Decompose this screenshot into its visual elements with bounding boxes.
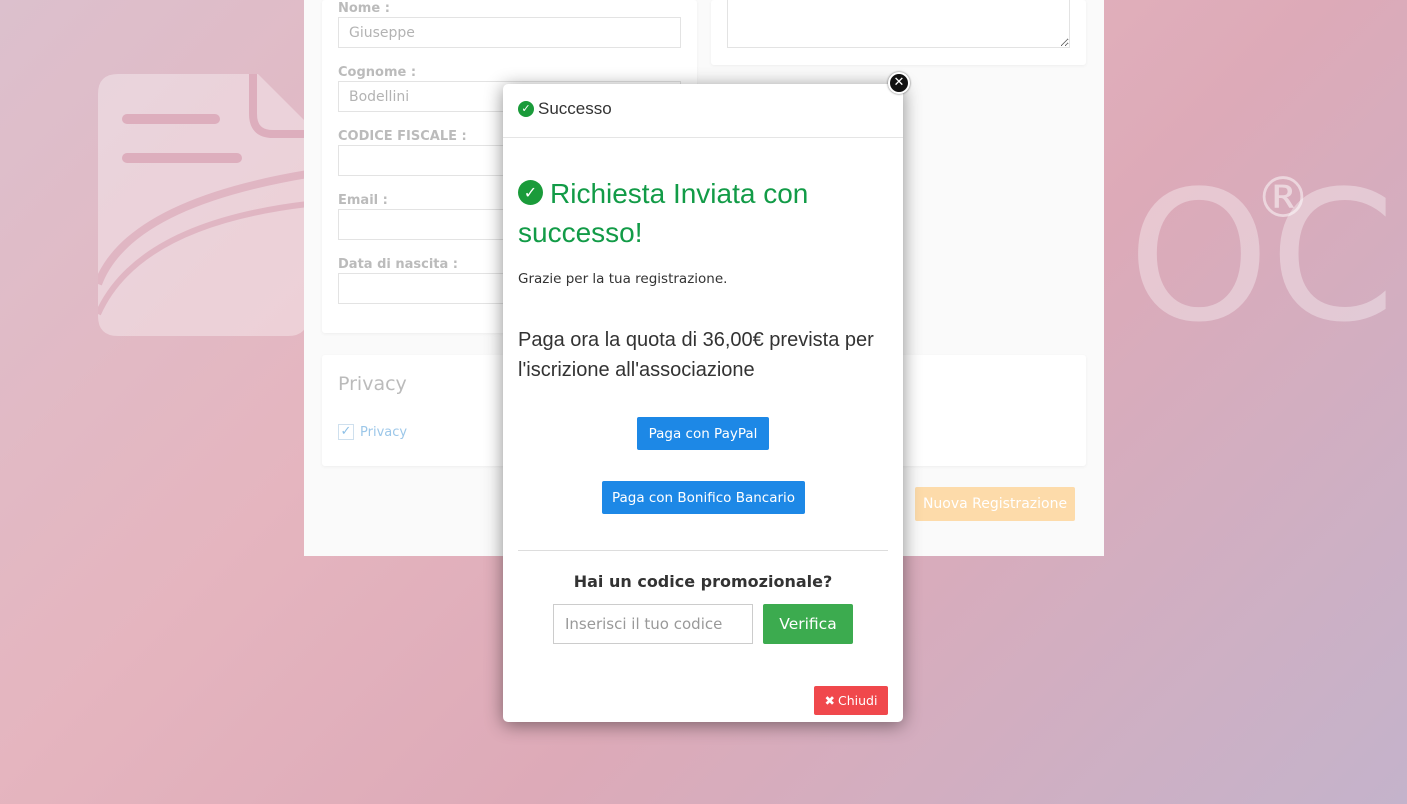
chiudi-label: Chiudi [838,693,878,708]
chiudi-button[interactable]: ✖ Chiudi [814,686,888,715]
promo-question: Hai un codice promozionale? [573,572,833,591]
privacy-title: Privacy [338,373,407,395]
cognome-label: Cognome : [338,65,417,80]
privacy-checkbox[interactable]: ✓ [338,424,354,440]
success-heading: Richiesta Inviata con successo! [518,178,809,248]
modal-header: ✓ Successo [503,84,903,138]
nome-label: Nome : [338,1,390,16]
data-nascita-label: Data di nascita : [338,257,459,272]
bonifico-button[interactable]: Paga con Bonifico Bancario [602,481,805,514]
payment-instructions: Paga ora la quota di 36,00€ prevista per… [518,329,874,381]
notes-textarea[interactable] [727,0,1070,48]
divider [518,550,888,551]
promo-code-input[interactable] [553,604,753,644]
privacy-link[interactable]: Privacy [360,425,407,440]
modal-close-icon[interactable]: ✕ [888,72,910,94]
check-circle-icon: ✓ [518,101,534,117]
nome-input[interactable]: Giuseppe [338,17,681,48]
thanks-text: Grazie per la tua registrazione. [518,271,728,287]
success-modal: ✓ Successo ✓ Richiesta Inviata con succe… [503,84,903,722]
paypal-button[interactable]: Paga con PayPal [637,417,769,450]
codice-fiscale-label: CODICE FISCALE : [338,129,467,144]
verifica-button[interactable]: Verifica [763,604,853,644]
close-icon: ✖ [824,693,836,708]
registered-mark: ® [1255,166,1311,231]
modal-title: Successo [538,99,612,118]
email-label: Email : [338,193,388,208]
nuova-registrazione-button[interactable]: Nuova Registrazione [915,487,1075,521]
background-logo-icon [98,74,308,336]
